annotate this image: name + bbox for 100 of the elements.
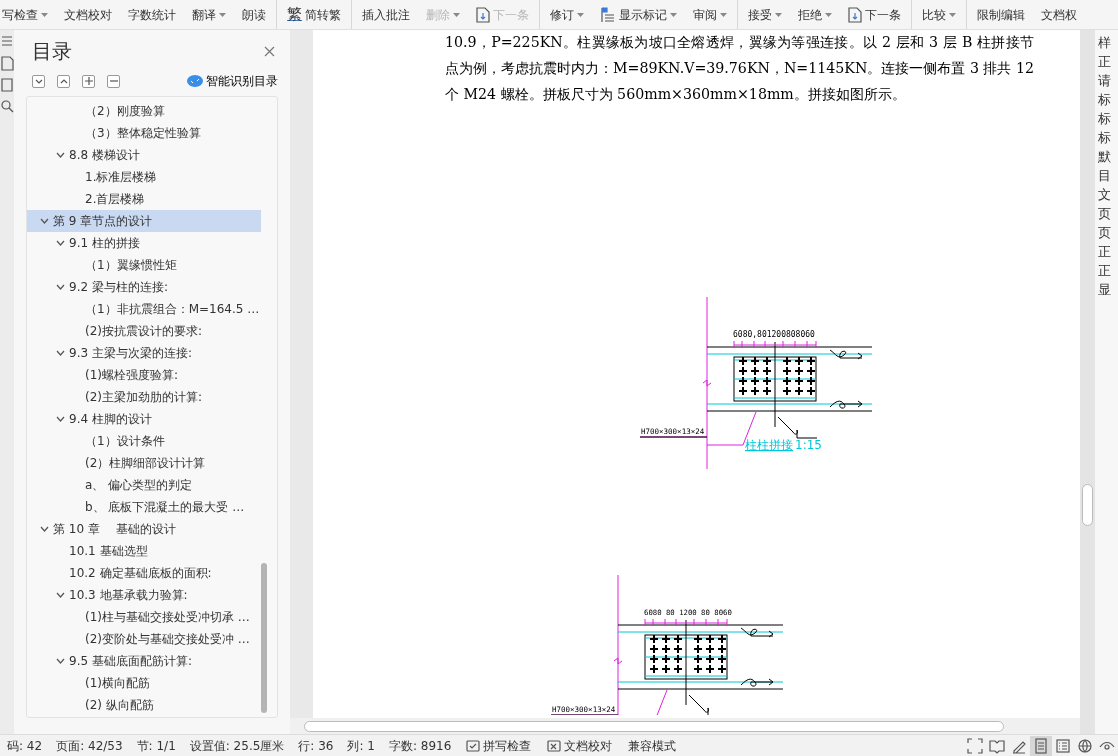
page-view-button[interactable]: [1030, 735, 1052, 756]
pane-text: 样: [1098, 36, 1112, 49]
toolbar-button[interactable]: 拒绝: [790, 0, 840, 29]
tree-item[interactable]: (2）柱脚细部设计计算: [27, 452, 261, 474]
tree-item[interactable]: 9.1 柱的拼接: [27, 232, 261, 254]
tree-item[interactable]: （1）翼缘惯性矩: [27, 254, 261, 276]
toolbar-button[interactable]: 显示标记: [592, 0, 685, 29]
toolbar-button[interactable]: 接受: [737, 0, 790, 29]
figure-caption: 柱柱拼接: [745, 438, 793, 452]
chevron-down-icon: [39, 218, 49, 224]
toolbar-button[interactable]: 文档校对: [56, 0, 120, 29]
fullscreen-icon: [967, 737, 983, 754]
toolbar-button[interactable]: 文档权: [1033, 0, 1085, 29]
status-text: 节: 1/1: [135, 737, 177, 755]
toolbar-button[interactable]: 写检查: [0, 0, 56, 29]
status-button[interactable]: 拼写检查: [458, 736, 540, 755]
status-text: 行: 36: [297, 737, 335, 755]
chevron-down-icon: [55, 592, 65, 598]
figure-scale: 1:15: [795, 438, 822, 452]
toolbar-button[interactable]: 审阅: [685, 0, 735, 29]
tree-item[interactable]: b、 底板下混凝土的最大受 …: [27, 496, 261, 518]
search-icon[interactable]: [0, 99, 14, 115]
caret-icon: [577, 12, 584, 17]
tree-item[interactable]: 8.8 楼梯设计: [27, 144, 261, 166]
chevron-down-icon: [55, 284, 65, 290]
tree-item[interactable]: 第 9 章节点的设计: [27, 210, 261, 232]
pane-text: 标: [1098, 93, 1112, 106]
pane-text: 页: [1098, 226, 1112, 239]
tree-item[interactable]: 10.3 地基承载力验算:: [27, 584, 261, 606]
toolbar-button[interactable]: 翻译: [184, 0, 234, 29]
remove-level-button[interactable]: [107, 74, 120, 88]
tree-item[interactable]: 1.标准层楼梯: [27, 166, 261, 188]
tree-item[interactable]: (2)按抗震设计的要求:: [27, 320, 261, 342]
toolbar-button[interactable]: 朗读: [234, 0, 274, 29]
tree-item[interactable]: （2）刚度验算: [27, 100, 261, 122]
document-arrow-icon: [476, 6, 490, 23]
toolbar-button[interactable]: 字数统计: [120, 0, 184, 29]
caret-icon: [219, 12, 226, 17]
chevron-down-icon: [55, 240, 65, 246]
chevron-down-icon: [55, 350, 65, 356]
toolbar-button[interactable]: 限制编辑: [966, 0, 1033, 29]
tree-item[interactable]: （3）整体稳定性验算: [27, 122, 261, 144]
globe-icon: [1077, 737, 1093, 754]
pane-text: 显: [1098, 283, 1112, 296]
document-icon[interactable]: [0, 55, 14, 71]
smart-toc-button[interactable]: 智能识别目录: [187, 72, 278, 90]
tree-item[interactable]: 9.3 主梁与次梁的连接:: [27, 342, 261, 364]
tree-item[interactable]: (2)主梁加劲肋的计算:: [27, 386, 261, 408]
status-text: 列: 1: [346, 737, 376, 755]
toolbar-button[interactable]: 修订: [539, 0, 592, 29]
spellcheck-icon: [466, 738, 481, 753]
add-level-button[interactable]: [82, 74, 95, 88]
expand-all-button[interactable]: [57, 74, 70, 88]
toolbar-button[interactable]: 比较: [911, 0, 964, 29]
caret-icon: [825, 12, 832, 17]
tree-item[interactable]: (2) 纵向配筋: [27, 694, 261, 716]
flag-list-icon: [600, 6, 616, 23]
chevron-down-icon: [39, 526, 49, 532]
tree-item[interactable]: 10.1 基础选型: [27, 540, 261, 562]
caret-icon: [453, 12, 460, 17]
tree-item[interactable]: (1)柱与基础交接处受冲切承 …: [27, 606, 261, 628]
document-arrow-icon: [848, 6, 862, 23]
tree-item[interactable]: （1）设计条件: [27, 430, 261, 452]
pane-text: 目: [1098, 169, 1112, 182]
outline-view-icon: [1055, 737, 1071, 754]
panel-title: 目录: [32, 38, 72, 65]
tree-item[interactable]: (2)变阶处与基础交接处受冲 …: [27, 628, 261, 650]
toolbar-button[interactable]: 繁 简转繁: [276, 0, 349, 29]
pane-text: 请: [1098, 74, 1112, 87]
fullscreen-button[interactable]: [964, 735, 986, 756]
pane-text: 正: [1098, 245, 1112, 258]
tree-item[interactable]: 9.5 基础底面配筋计算:: [27, 650, 261, 672]
dimension-label: 6080,801200808060: [733, 330, 815, 339]
tree-item[interactable]: 2.首层楼梯: [27, 188, 261, 210]
tree-item[interactable]: (1)横向配筋: [27, 672, 261, 694]
chevron-down-icon: [55, 658, 65, 664]
close-icon[interactable]: [264, 45, 275, 57]
status-button[interactable]: 兼容模式: [620, 736, 685, 755]
toolbar-button[interactable]: 插入批注: [351, 0, 418, 29]
tree-item[interactable]: 第 10 章 基础的设计: [27, 518, 261, 540]
tree-item[interactable]: （1）非抗震组合：M=164.5 …: [27, 298, 261, 320]
status-text: 设置值: 25.5厘米: [188, 737, 286, 755]
toolbar-button[interactable]: 下一条: [840, 0, 909, 29]
cloud-icon: [187, 75, 203, 87]
tree-item[interactable]: 9.2 梁与柱的连接:: [27, 276, 261, 298]
tree-item[interactable]: 9.4 柱脚的设计: [27, 408, 261, 430]
caret-icon: [775, 12, 782, 17]
caret-icon: [949, 12, 956, 17]
pane-text: 默: [1098, 150, 1112, 163]
tree-item[interactable]: 10.2 确定基础底板的面积:: [27, 562, 261, 584]
tree-item[interactable]: a、 偏心类型的判定: [27, 474, 261, 496]
convert-icon: 繁: [287, 7, 302, 22]
caret-icon: [41, 12, 48, 17]
body-paragraph: 10.9，P=225KN。柱翼缘板为坡口全熔透焊，翼缘为等强连接。以 2 层和 3 层 B 柱拼接节点为例，考虑抗震时内力：M=89KN.V=39.76KN，N=1145KN。连接一侧布置 3 排共 12 个 M24 螺栓。拼板尺寸为 560mm×360mm×18mm。拼接如图所示。: [444, 33, 1035, 104]
status-button[interactable]: 文档校对: [539, 736, 621, 755]
collapse-all-button[interactable]: [32, 74, 45, 88]
chevron-down-icon: [55, 152, 65, 158]
add-level-icon: [83, 76, 94, 86]
tree-item[interactable]: (1)螺栓强度验算:: [27, 364, 261, 386]
menu-icon[interactable]: [0, 33, 14, 49]
